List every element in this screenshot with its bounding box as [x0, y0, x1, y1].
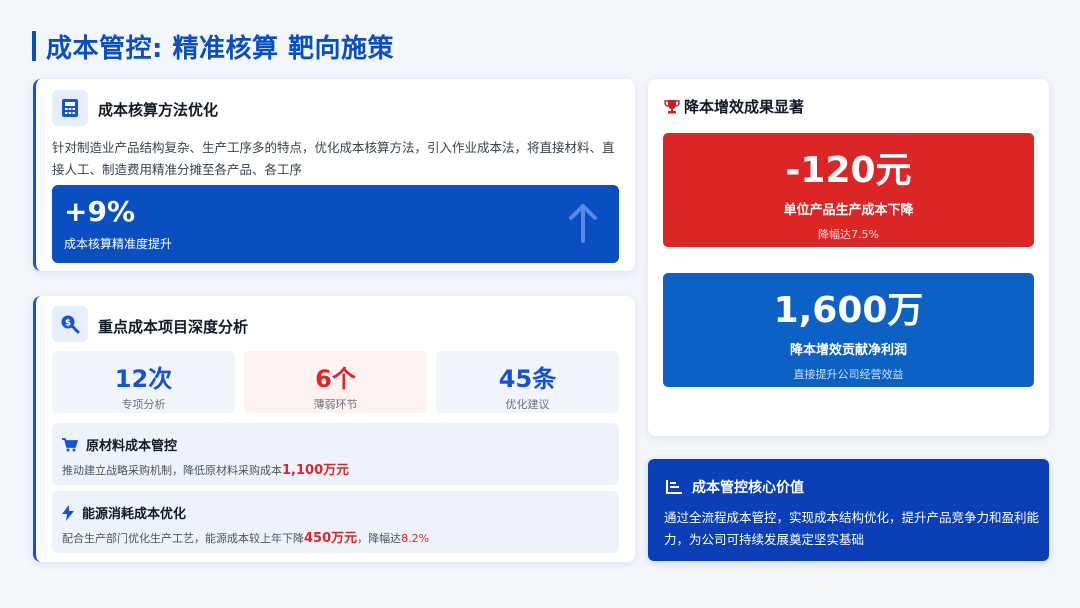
stat-value: 45条 [498, 365, 557, 393]
svg-text:$: $ [65, 319, 71, 329]
method-card-description: 针对制造业产品结构复杂、生产工序多的特点，优化成本核算方法，引入作业成本法，将直… [52, 140, 615, 177]
highlight-value: 1,100万元 [282, 463, 350, 478]
page-title-bar: 成本管控: 精准核算 靶向施策 [32, 30, 395, 64]
kpi-label: 单位产品生产成本下降 [783, 203, 914, 218]
list-item-title: 原材料成本管控 [86, 439, 178, 454]
cart-icon [62, 437, 78, 452]
kpi-sub: 降幅达7.5% [818, 228, 879, 241]
kpi-value: -120元 [785, 150, 912, 191]
method-card-heading: 成本核算方法优化 [98, 101, 219, 119]
arrow-up-icon [567, 203, 599, 247]
stat-value: 6个 [315, 365, 356, 393]
kpi-label: 降本增效贡献净利润 [789, 343, 907, 358]
stat-special-analysis: 12次 专项分析 [52, 351, 235, 413]
core-value-text: 通过全流程成本管控，实现成本结构优化，提升产品竞争力和盈利能力，为公司可持续发展… [664, 510, 1040, 547]
list-item-title: 能源消耗成本优化 [82, 507, 187, 522]
bolt-icon [62, 504, 74, 521]
cost-analysis-card: $ 重点成本项目深度分析 12次 专项分析 6个 薄弱环节 45条 优化建议 原… [33, 296, 635, 562]
kpi-net-profit: 1,600万 降本增效贡献净利润 直接提升公司经营效益 [663, 273, 1034, 387]
stat-suggestions: 45条 优化建议 [436, 351, 619, 413]
calculator-icon [52, 90, 88, 126]
list-item-text: 配合生产部门优化生产工艺，能源成本较上年下降450万元，降幅达8.2% [62, 531, 430, 546]
list-icon [666, 480, 682, 494]
stat-weak-links: 6个 薄弱环节 [244, 351, 427, 413]
core-value-heading: 成本管控核心价值 [692, 480, 804, 496]
trophy-icon [664, 99, 680, 115]
title-accent-bar [32, 31, 36, 61]
accuracy-banner: +9% 成本核算精准度提升 [52, 185, 619, 263]
stat-value: 12次 [114, 365, 173, 393]
list-item-energy: 能源消耗成本优化 配合生产部门优化生产工艺，能源成本较上年下降450万元，降幅达… [52, 491, 619, 553]
kpi-value: 1,600万 [773, 290, 924, 331]
stat-label: 薄弱环节 [313, 398, 358, 411]
highlight-percent: 8.2% [401, 532, 430, 545]
list-item-text: 推动建立战略采购机制，降低原材料采购成本1,100万元 [62, 463, 350, 478]
list-item-raw-material: 原材料成本管控 推动建立战略采购机制，降低原材料采购成本1,100万元 [52, 423, 619, 485]
stat-label: 专项分析 [121, 398, 166, 411]
results-card-heading: 降本增效成果显著 [684, 98, 805, 116]
analysis-card-heading: 重点成本项目深度分析 [98, 318, 249, 336]
page-title: 成本管控: 精准核算 靶向施策 [46, 33, 395, 64]
accuracy-label: 成本核算精准度提升 [64, 237, 173, 251]
method-optimization-card: 成本核算方法优化 针对制造业产品结构复杂、生产工序多的特点，优化成本核算方法，引… [33, 79, 635, 271]
highlight-value: 450万元 [304, 531, 358, 546]
kpi-sub: 直接提升公司经营效益 [793, 368, 904, 381]
kpi-unit-cost: -120元 单位产品生产成本下降 降幅达7.5% [663, 133, 1034, 247]
accuracy-value: +9% [64, 195, 135, 228]
results-card: 降本增效成果显著 -120元 单位产品生产成本下降 降幅达7.5% 1,600万… [648, 79, 1049, 436]
core-value-card: 成本管控核心价值 通过全流程成本管控，实现成本结构优化，提升产品竞争力和盈利能力… [648, 459, 1049, 561]
search-dollar-icon: $ [52, 306, 88, 342]
stat-label: 优化建议 [505, 398, 550, 411]
